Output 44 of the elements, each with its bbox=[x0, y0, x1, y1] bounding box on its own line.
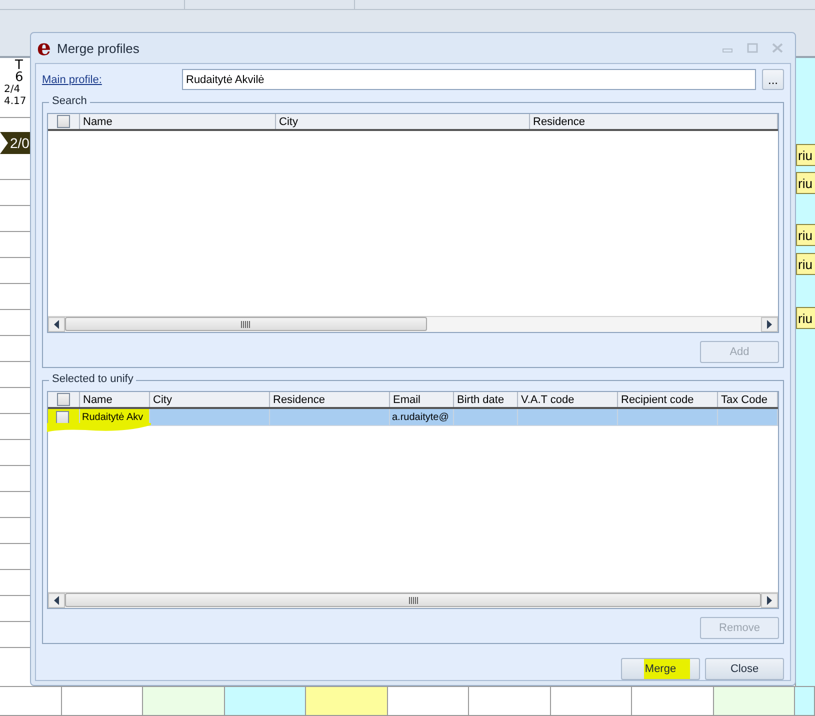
window-title: Merge profiles bbox=[57, 40, 140, 56]
event-tag: riu bbox=[796, 172, 815, 194]
grip-icon bbox=[408, 596, 418, 604]
column-header[interactable]: Residence bbox=[530, 114, 778, 129]
column-header[interactable]: Recipient code bbox=[618, 392, 718, 407]
event-tag: riu bbox=[796, 144, 815, 166]
grip-icon bbox=[241, 320, 250, 328]
column-header[interactable]: Email bbox=[390, 392, 454, 407]
close-button[interactable]: Close bbox=[705, 658, 784, 680]
merge-button[interactable]: Merge bbox=[621, 658, 700, 680]
grid-cell-text: 6 bbox=[15, 72, 24, 84]
main-profile-field[interactable]: Rudaitytė Akvilė bbox=[182, 69, 756, 90]
select-all-checkbox[interactable] bbox=[57, 115, 70, 128]
grid-cell-text: 2/4 bbox=[4, 84, 20, 96]
column-header[interactable]: Birth date bbox=[454, 392, 518, 407]
select-all-checkbox[interactable] bbox=[57, 393, 70, 406]
row-checkbox[interactable] bbox=[56, 410, 69, 424]
table-row[interactable]: Rudaitytė Akv a.rudaityte@ bbox=[48, 409, 778, 426]
column-header[interactable]: Tax Code bbox=[718, 392, 778, 407]
main-profile-link[interactable]: Main profile: bbox=[42, 74, 182, 86]
browse-button[interactable]: ... bbox=[762, 69, 784, 90]
scroll-left-icon[interactable] bbox=[48, 317, 65, 332]
column-header[interactable]: Name bbox=[80, 114, 276, 129]
horizontal-scrollbar[interactable] bbox=[48, 316, 778, 332]
event-tag: riu bbox=[796, 307, 815, 329]
column-header[interactable]: City bbox=[150, 392, 270, 407]
table-cell: a.rudaityte@ bbox=[390, 409, 454, 425]
scroll-left-icon[interactable] bbox=[48, 593, 65, 608]
horizontal-scrollbar[interactable] bbox=[48, 592, 778, 608]
grid-cell-text: T bbox=[15, 60, 23, 72]
event-tag: riu bbox=[796, 253, 815, 275]
group-legend: Search bbox=[49, 95, 90, 107]
column-header[interactable]: City bbox=[276, 114, 530, 129]
column-header[interactable]: V.A.T code bbox=[518, 392, 618, 407]
column-header[interactable]: Name bbox=[80, 392, 150, 407]
group-legend: Selected to unify bbox=[49, 373, 136, 385]
grid-cell-text: 4.17 bbox=[4, 96, 26, 108]
scroll-thumb[interactable] bbox=[65, 593, 761, 607]
app-logo: e bbox=[37, 37, 51, 59]
column-header[interactable]: Residence bbox=[270, 392, 390, 407]
scroll-right-icon[interactable] bbox=[761, 593, 778, 608]
scroll-thumb[interactable] bbox=[65, 317, 427, 331]
scroll-right-icon[interactable] bbox=[761, 317, 778, 332]
event-tag: riu bbox=[796, 224, 815, 246]
